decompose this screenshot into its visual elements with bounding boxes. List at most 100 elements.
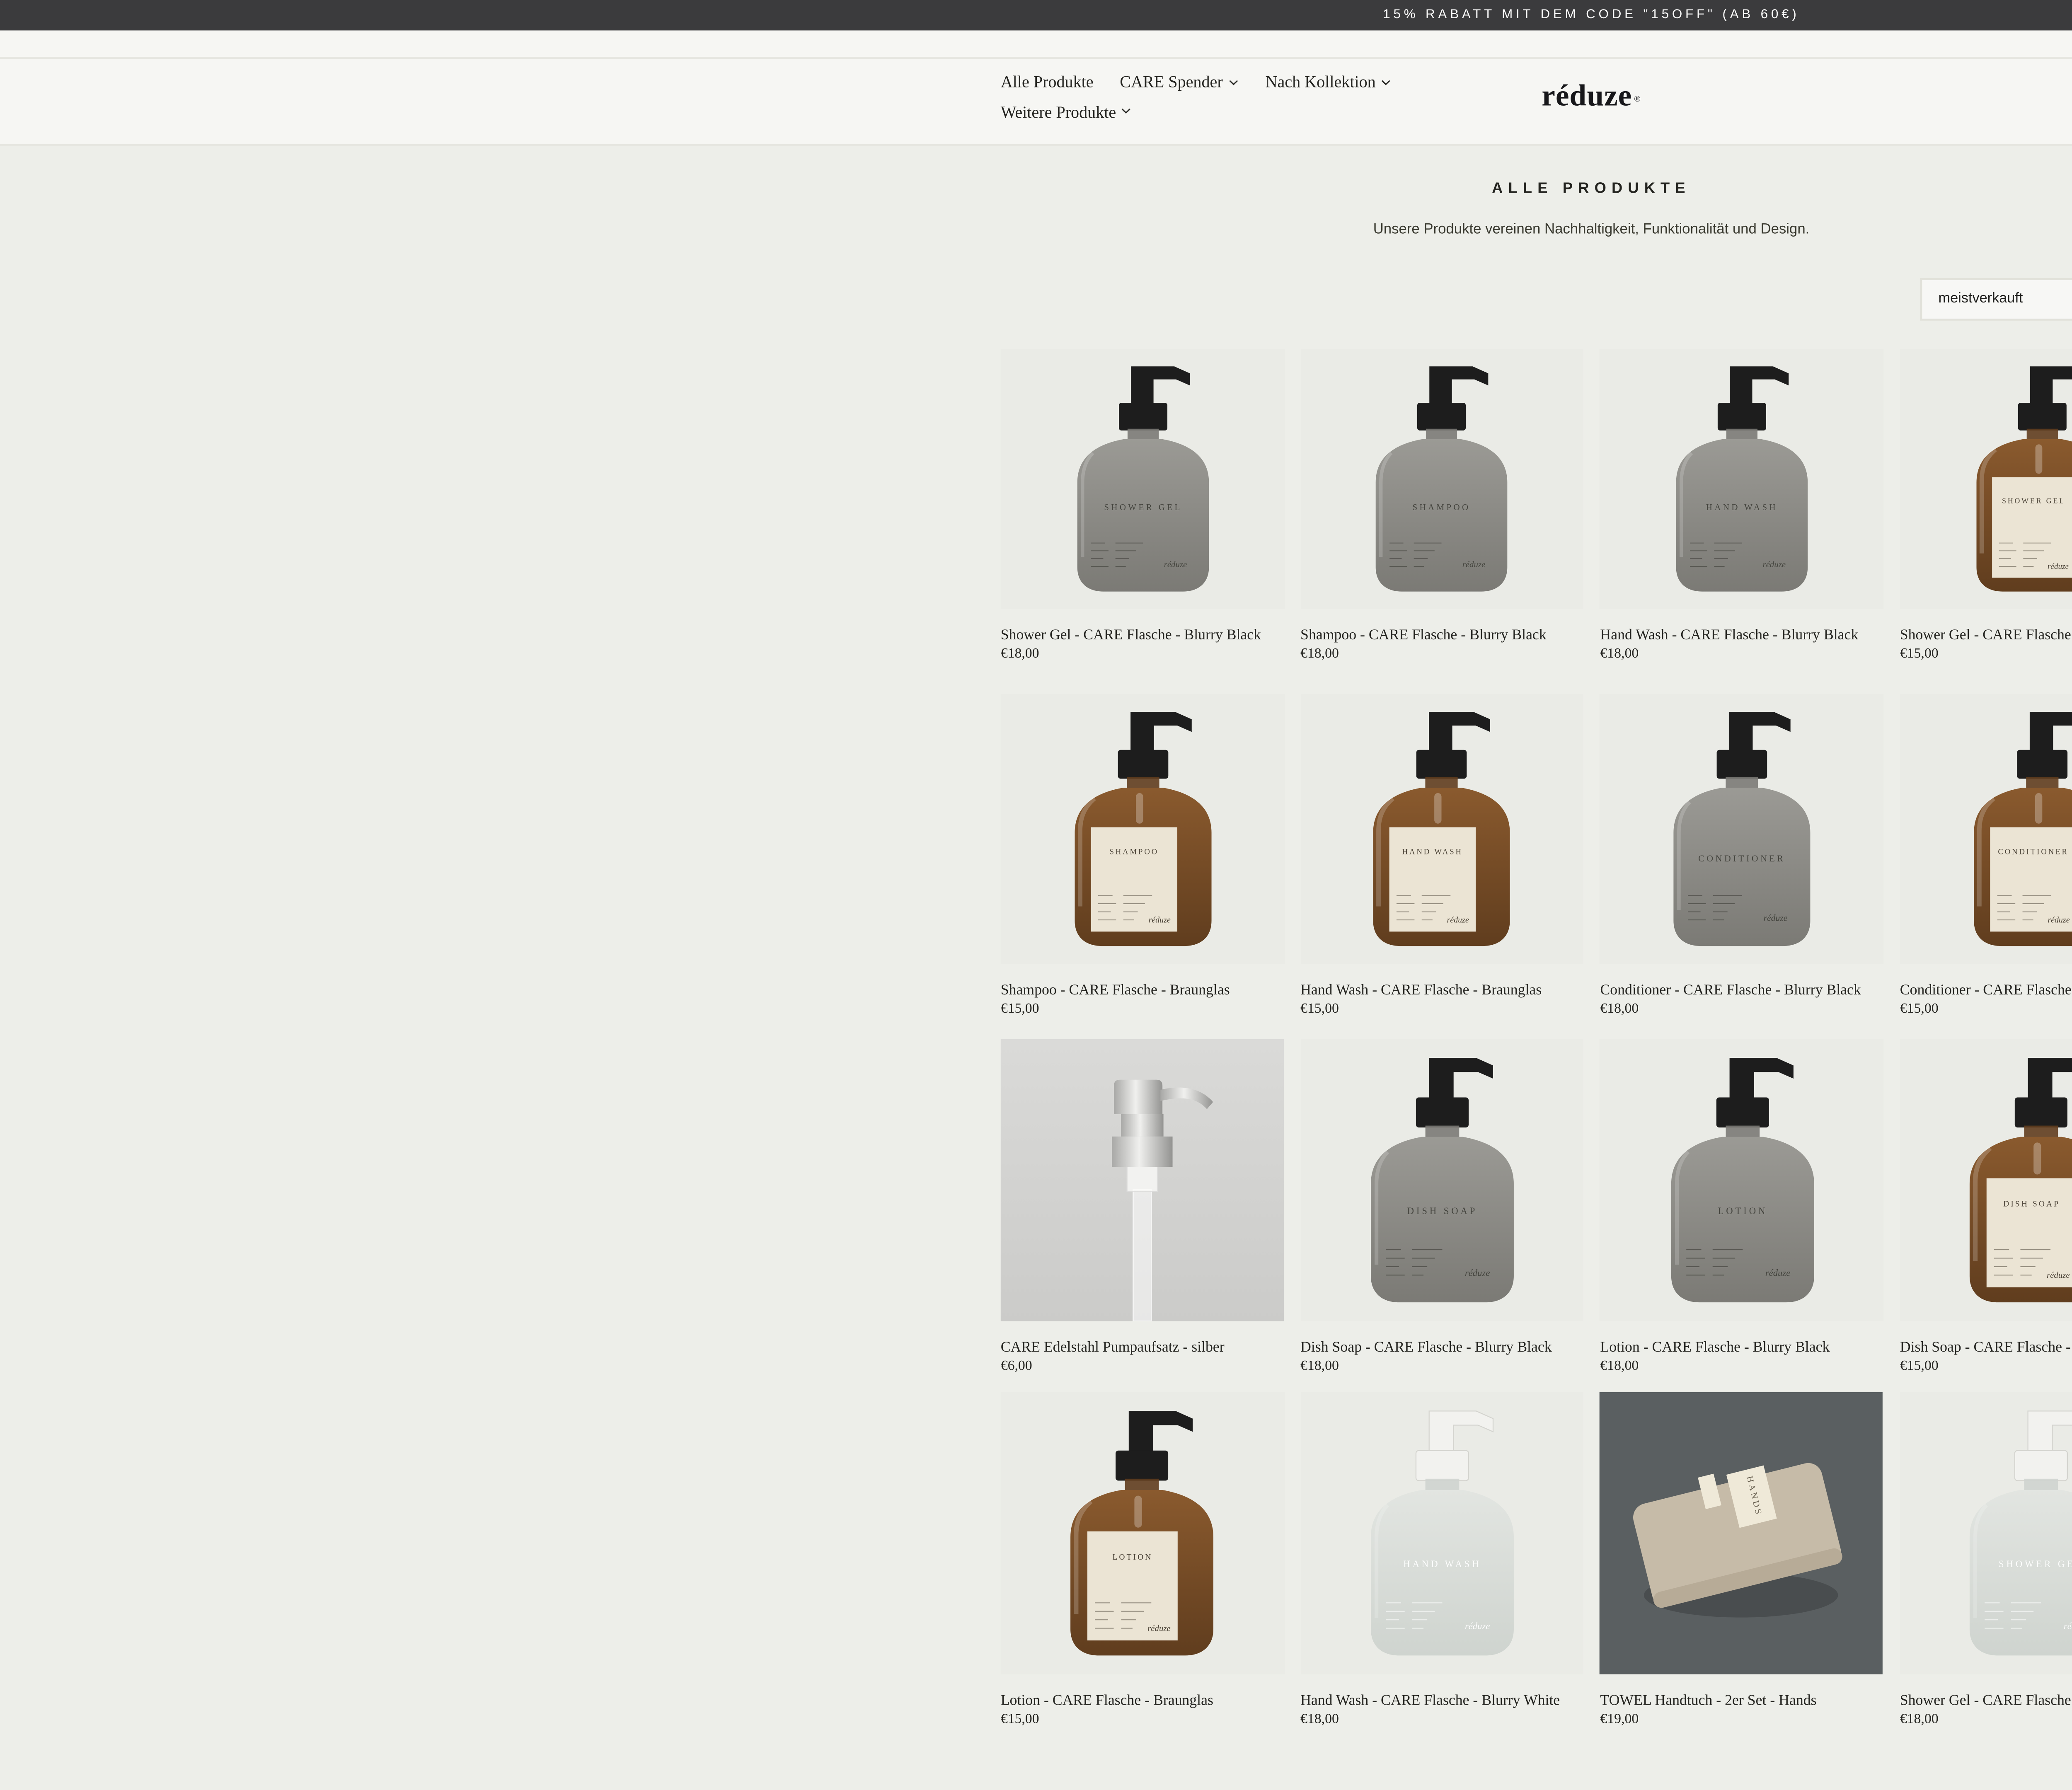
promo-banner-text: 15% RABATT MIT DEM CODE "15OFF" (AB 60€) [1383,7,1800,22]
product-price: €18,00 [1300,1360,1339,1375]
svg-text:DISH SOAP: DISH SOAP [1407,1206,1477,1216]
svg-text:réduze: réduze [1763,913,1787,923]
product-price: €15,00 [1900,648,1939,663]
product-image[interactable]: HAND WASH réduze [1300,1392,1584,1674]
svg-text:réduze: réduze [2047,1270,2070,1280]
product-card[interactable]: SHOWER GEL réduze Shower Gel - CARE Flas… [1900,349,2072,662]
page-subtitle: Unsere Produkte vereinen Nachhaltigkeit,… [1373,220,1810,237]
product-card[interactable]: SHOWER GEL réduze Shower Gel - CARE Flas… [1000,349,1284,663]
svg-text:HAND WASH: HAND WASH [1403,848,1463,856]
svg-text:réduze: réduze [1762,559,1786,569]
product-title[interactable]: Lotion - CARE Flasche - Blurry Black [1600,1336,1883,1355]
brand-logo-text: réduze [1542,81,1632,114]
product-price: €18,00 [1600,648,1639,663]
language-bar: Deutsch [0,29,2072,58]
product-card[interactable]: CONDITIONER réduze Conditioner - CARE Fl… [1600,694,1883,1017]
product-image[interactable]: LOTION réduze [1600,1039,1883,1321]
product-price: €15,00 [1900,1003,1939,1018]
product-title[interactable]: Hand Wash - CARE Flasche - Braunglas [1300,979,1583,997]
svg-text:SHOWER GEL: SHOWER GEL [1999,1559,2072,1569]
product-title[interactable]: TOWEL Handtuch - 2er Set - Hands [1600,1690,1883,1708]
product-title[interactable]: CARE Edelstahl Pumpaufsatz - silber [1001,1336,1284,1355]
product-title[interactable]: Conditioner - CARE Flasche - Blurry Blac… [1600,979,1883,997]
svg-text:réduze: réduze [1163,559,1186,569]
product-card[interactable]: DISH SOAP réduze Dish Soap - CARE Flasch… [1900,1039,2072,1375]
product-card[interactable]: DISH SOAP réduze Dish Soap - CARE Flasch… [1300,1039,1584,1375]
product-card[interactable]: SHOWER GEL réduze Shower Gel - CARE Flas… [1900,1392,2072,1728]
sort-select-value: meistverkauft [1938,291,2023,306]
product-title[interactable]: Conditioner - CARE Flasche - Braunglas [1900,979,2072,997]
product-card[interactable]: SHAMPOO réduze Shampoo - CARE Flasche - … [1000,694,1284,1018]
product-card[interactable]: LOTION réduze Lotion - CARE Flasche - Bl… [1600,1039,1883,1375]
product-row: LOTION réduze Lotion - CARE Flasche - Br… [1000,1392,2072,1728]
product-image[interactable]: HAND WASH réduze [1600,349,1883,609]
svg-text:réduze: réduze [1447,916,1469,925]
product-price: €18,00 [1000,648,1039,663]
product-image[interactable]: SHOWER GEL réduze [1000,349,1284,609]
svg-text:HAND WASH: HAND WASH [1706,502,1777,512]
product-row: CARE Edelstahl Pumpaufsatz - silber €6,0… [1000,1039,2072,1375]
product-card[interactable]: HAND WASH réduze Hand Wash - CARE Flasch… [1300,694,1584,1017]
product-image[interactable]: SHOWER GEL réduze [1900,1392,2072,1674]
product-price: €15,00 [1900,1360,1939,1375]
product-price: €18,00 [1300,648,1339,663]
svg-text:SHAMPOO: SHAMPOO [1413,502,1471,512]
product-card[interactable]: LOTION réduze Lotion - CARE Flasche - Br… [1000,1392,1284,1728]
product-image[interactable]: DISH SOAP réduze [1300,1039,1584,1321]
product-title[interactable]: Dish Soap - CARE Flasche - Blurry Black [1300,1336,1583,1355]
product-image[interactable]: HANDS [1600,1392,1883,1674]
svg-text:LOTION: LOTION [1113,1553,1153,1562]
product-card[interactable]: HAND WASH réduze Hand Wash - CARE Flasch… [1300,1392,1584,1728]
product-image[interactable]: LOTION réduze [1000,1392,1284,1674]
product-title[interactable]: Shampoo - CARE Flasche - Blurry Black [1300,624,1583,642]
product-row: SHAMPOO réduze Shampoo - CARE Flasche - … [1000,694,2072,1018]
brand-logo-link[interactable]: réduze ® [1542,81,1641,114]
svg-text:réduze: réduze [2047,562,2068,571]
svg-text:SHAMPOO: SHAMPOO [1109,848,1158,856]
product-card[interactable]: Ausverkauft CONDITIONER réduze Condition… [1900,694,2072,1017]
header: Alle Produkte CARE Spender Nach Kollekti… [0,58,2072,148]
product-title[interactable]: Lotion - CARE Flasche - Braunglas [1001,1690,1284,1708]
product-title[interactable]: Shampoo - CARE Flasche - Braunglas [1001,979,1284,997]
product-card[interactable]: HANDS TOWEL Handtuch - 2er Set - Hands €… [1600,1392,1883,1728]
product-title[interactable]: Shower Gel - CARE Flasche - Blurry Black [1001,624,1284,642]
product-price: €18,00 [1600,1360,1639,1375]
svg-text:CONDITIONER: CONDITIONER [1698,854,1785,864]
product-price: €18,00 [1900,1713,1939,1728]
svg-text:réduze: réduze [1765,1268,1790,1278]
product-price: €18,00 [1300,1713,1339,1728]
product-image[interactable] [1000,1039,1284,1321]
product-image[interactable]: SHAMPOO réduze [1300,349,1584,609]
product-title[interactable]: Shower Gel - CARE Flasche - Blurry White [1900,1690,2072,1708]
product-price: €6,00 [1000,1360,1032,1375]
product-card[interactable]: SHAMPOO réduze Shampoo - CARE Flasche - … [1300,349,1584,663]
product-image[interactable]: SHOWER GEL réduze [1900,349,2072,609]
product-price: €19,00 [1600,1713,1639,1728]
product-price: €15,00 [1000,1003,1039,1018]
product-image[interactable]: DISH SOAP réduze [1900,1039,2072,1321]
page: 15% RABATT MIT DEM CODE "15OFF" (AB 60€)… [0,0,2072,1790]
product-card[interactable]: CARE Edelstahl Pumpaufsatz - silber €6,0… [1000,1039,1284,1375]
product-title[interactable]: Hand Wash - CARE Flasche - Blurry Black [1600,624,1883,642]
svg-text:réduze: réduze [2064,1621,2072,1631]
svg-text:réduze: réduze [1464,1621,1489,1631]
svg-text:réduze: réduze [1464,1268,1489,1278]
svg-text:réduze: réduze [1148,1623,1171,1633]
svg-text:SHOWER GEL: SHOWER GEL [2001,496,2065,505]
product-image[interactable]: CONDITIONER réduze [1600,694,1883,964]
product-title[interactable]: Dish Soap - CARE Flasche - Braunglas [1900,1336,2072,1355]
product-row: SHOWER GEL réduze Shower Gel - CARE Flas… [1000,349,2072,663]
product-image[interactable]: CONDITIONER réduze [1900,694,2072,964]
product-title[interactable]: Shower Gel - CARE Flasche - Braunglas [1900,624,2072,642]
svg-text:DISH SOAP: DISH SOAP [2004,1200,2060,1209]
sort-select[interactable]: meistverkauft [1920,277,2072,320]
product-card[interactable]: HAND WASH réduze Hand Wash - CARE Flasch… [1600,349,1883,662]
registered-mark: ® [1634,93,1641,104]
product-title[interactable]: Hand Wash - CARE Flasche - Blurry White [1300,1690,1583,1708]
product-image[interactable]: SHAMPOO réduze [1000,694,1284,964]
promo-banner: 15% RABATT MIT DEM CODE "15OFF" (AB 60€) [0,0,2072,30]
product-image[interactable]: HAND WASH réduze [1300,694,1584,964]
product-price: €18,00 [1600,1003,1639,1018]
svg-text:SHOWER GEL: SHOWER GEL [1103,502,1181,512]
svg-text:réduze: réduze [1463,559,1486,569]
